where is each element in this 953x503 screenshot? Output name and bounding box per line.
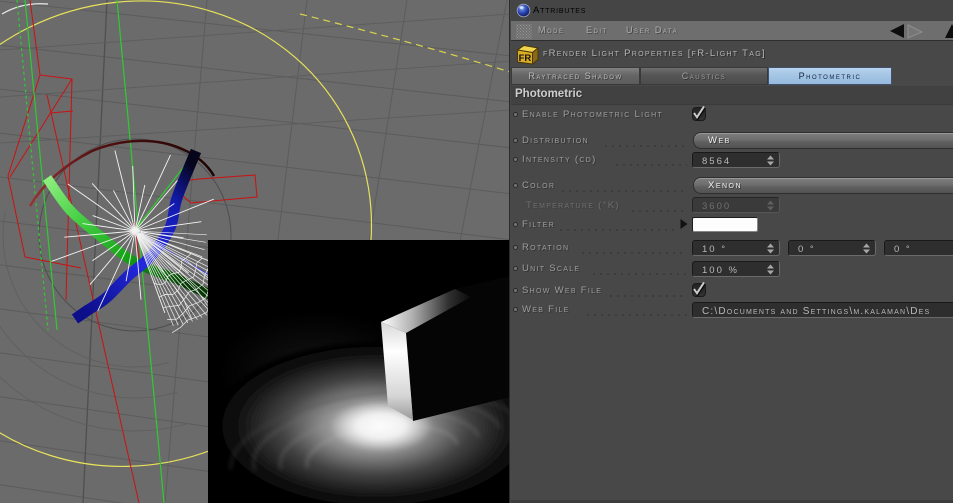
svg-text:FR: FR	[519, 53, 532, 64]
